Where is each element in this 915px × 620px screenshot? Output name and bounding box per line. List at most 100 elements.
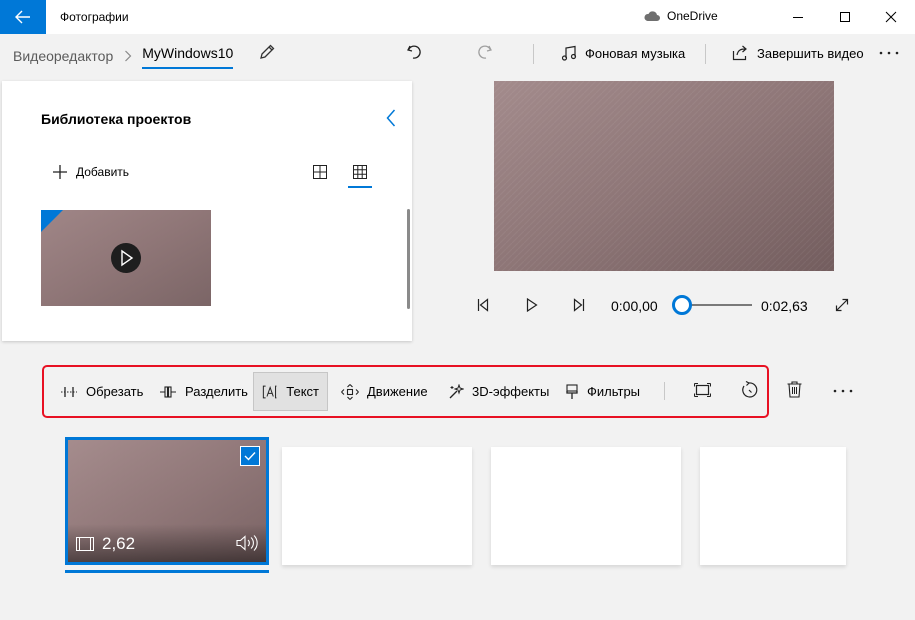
split-icon (160, 385, 176, 398)
title-bar: Фотографии OneDrive (0, 0, 915, 34)
add-media-button[interactable]: Добавить (52, 164, 129, 180)
split-label: Разделить (185, 384, 248, 399)
clip-volume-button[interactable] (236, 535, 258, 551)
divider (533, 44, 534, 64)
rename-button[interactable] (258, 43, 276, 61)
next-frame-button[interactable] (573, 298, 585, 312)
finish-video-button[interactable]: Завершить видео (732, 45, 864, 61)
trim-label: Обрезать (86, 384, 144, 399)
trim-button[interactable]: Обрезать (52, 372, 151, 411)
back-button[interactable] (0, 0, 46, 34)
onedrive-status[interactable]: OneDrive (643, 9, 718, 23)
library-title: Библиотека проектов (41, 111, 192, 127)
clip-duration: 2,62 (76, 534, 135, 554)
large-grid-view-button[interactable] (313, 165, 327, 179)
redo-button[interactable] (475, 44, 493, 60)
storyboard-empty-slot[interactable] (700, 447, 846, 565)
library-scrollbar[interactable] (407, 209, 410, 309)
more-options-button[interactable] (879, 51, 899, 55)
paint-brush-icon (566, 383, 578, 399)
divider (705, 44, 706, 64)
pencil-icon (260, 44, 275, 59)
previous-frame-button[interactable] (477, 298, 489, 312)
sparkle-icon (449, 383, 464, 398)
text-button[interactable]: Текст (253, 372, 328, 411)
clip-selection-indicator (65, 570, 269, 573)
project-name[interactable]: MyWindows10 (142, 45, 234, 69)
clip-duration-value: 2,62 (102, 534, 136, 553)
chevron-left-icon (386, 109, 396, 127)
export-icon (732, 45, 747, 61)
trash-icon (787, 381, 802, 398)
storyboard-more-button[interactable] (833, 389, 853, 393)
skip-forward-icon (573, 298, 585, 312)
maximize-button[interactable] (822, 0, 868, 34)
motion-icon (341, 383, 359, 400)
3d-effects-button[interactable]: 3D-эффекты (440, 372, 557, 411)
undo-icon (407, 45, 421, 59)
background-music-label: Фоновая музыка (585, 45, 686, 61)
filters-label: Фильтры (587, 384, 641, 399)
play-icon (526, 298, 538, 312)
grid-large-icon (313, 165, 327, 179)
play-button[interactable] (526, 298, 538, 312)
storyboard-empty-slot[interactable] (282, 447, 472, 565)
close-button[interactable] (868, 0, 914, 34)
cloud-icon (644, 11, 660, 21)
checkmark-icon (244, 452, 256, 461)
add-label: Добавить (76, 165, 130, 179)
collapse-library-button[interactable] (386, 109, 396, 127)
minimize-button[interactable] (775, 0, 821, 34)
background-music-button[interactable]: Фоновая музыка (561, 45, 685, 61)
skip-back-icon (477, 298, 489, 312)
more-icon (833, 389, 853, 393)
divider (664, 382, 665, 400)
onedrive-label: OneDrive (667, 9, 718, 23)
minimize-icon (793, 17, 803, 18)
filters-button[interactable]: Фильтры (557, 372, 648, 411)
text-label: Текст (286, 384, 319, 399)
small-grid-view-button[interactable] (348, 163, 372, 188)
rotate-icon (742, 381, 758, 398)
motion-label: Движение (367, 384, 428, 399)
seek-bar[interactable] (682, 304, 752, 306)
breadcrumb-video-editor[interactable]: Видеоредактор (13, 48, 113, 64)
plus-icon (53, 165, 67, 179)
undo-button[interactable] (406, 44, 424, 60)
redo-icon (478, 45, 492, 59)
rotate-button[interactable] (740, 381, 758, 399)
motion-button[interactable]: Движение (333, 372, 436, 411)
3d-effects-label: 3D-эффекты (472, 384, 550, 399)
more-icon (879, 51, 899, 55)
grid-small-icon (353, 165, 367, 179)
finish-video-label: Завершить видео (757, 45, 864, 61)
expand-icon (835, 298, 849, 312)
storyboard-empty-slot[interactable] (491, 447, 681, 565)
chevron-right-icon (124, 50, 132, 62)
seek-thumb[interactable] (672, 295, 692, 315)
total-time: 0:02,63 (761, 298, 808, 314)
split-button[interactable]: Разделить (151, 372, 256, 411)
delete-button[interactable] (787, 381, 802, 398)
fullscreen-button[interactable] (835, 298, 849, 312)
crop-icon (694, 383, 711, 397)
storyboard-clip[interactable]: 2,62 (65, 437, 269, 565)
video-thumbnail-image (41, 210, 211, 306)
resize-button[interactable] (694, 383, 711, 397)
app-title: Фотографии (60, 10, 129, 24)
video-preview[interactable] (494, 81, 834, 271)
breadcrumb: Видеоредактор MyWindows10 (13, 45, 234, 69)
trim-icon (61, 386, 77, 397)
current-time: 0:00,00 (611, 298, 658, 314)
music-note-icon (561, 45, 577, 61)
project-library-panel: Библиотека проектов Добавить (2, 81, 412, 341)
preview-frame-image (494, 81, 834, 271)
arrow-left-icon (15, 10, 30, 24)
text-icon (262, 385, 277, 398)
maximize-icon (840, 12, 850, 22)
speaker-icon (236, 535, 258, 551)
clip-select-checkbox[interactable] (240, 446, 260, 466)
close-icon (885, 11, 897, 23)
media-thumbnail[interactable] (41, 210, 211, 306)
film-icon (76, 537, 94, 551)
